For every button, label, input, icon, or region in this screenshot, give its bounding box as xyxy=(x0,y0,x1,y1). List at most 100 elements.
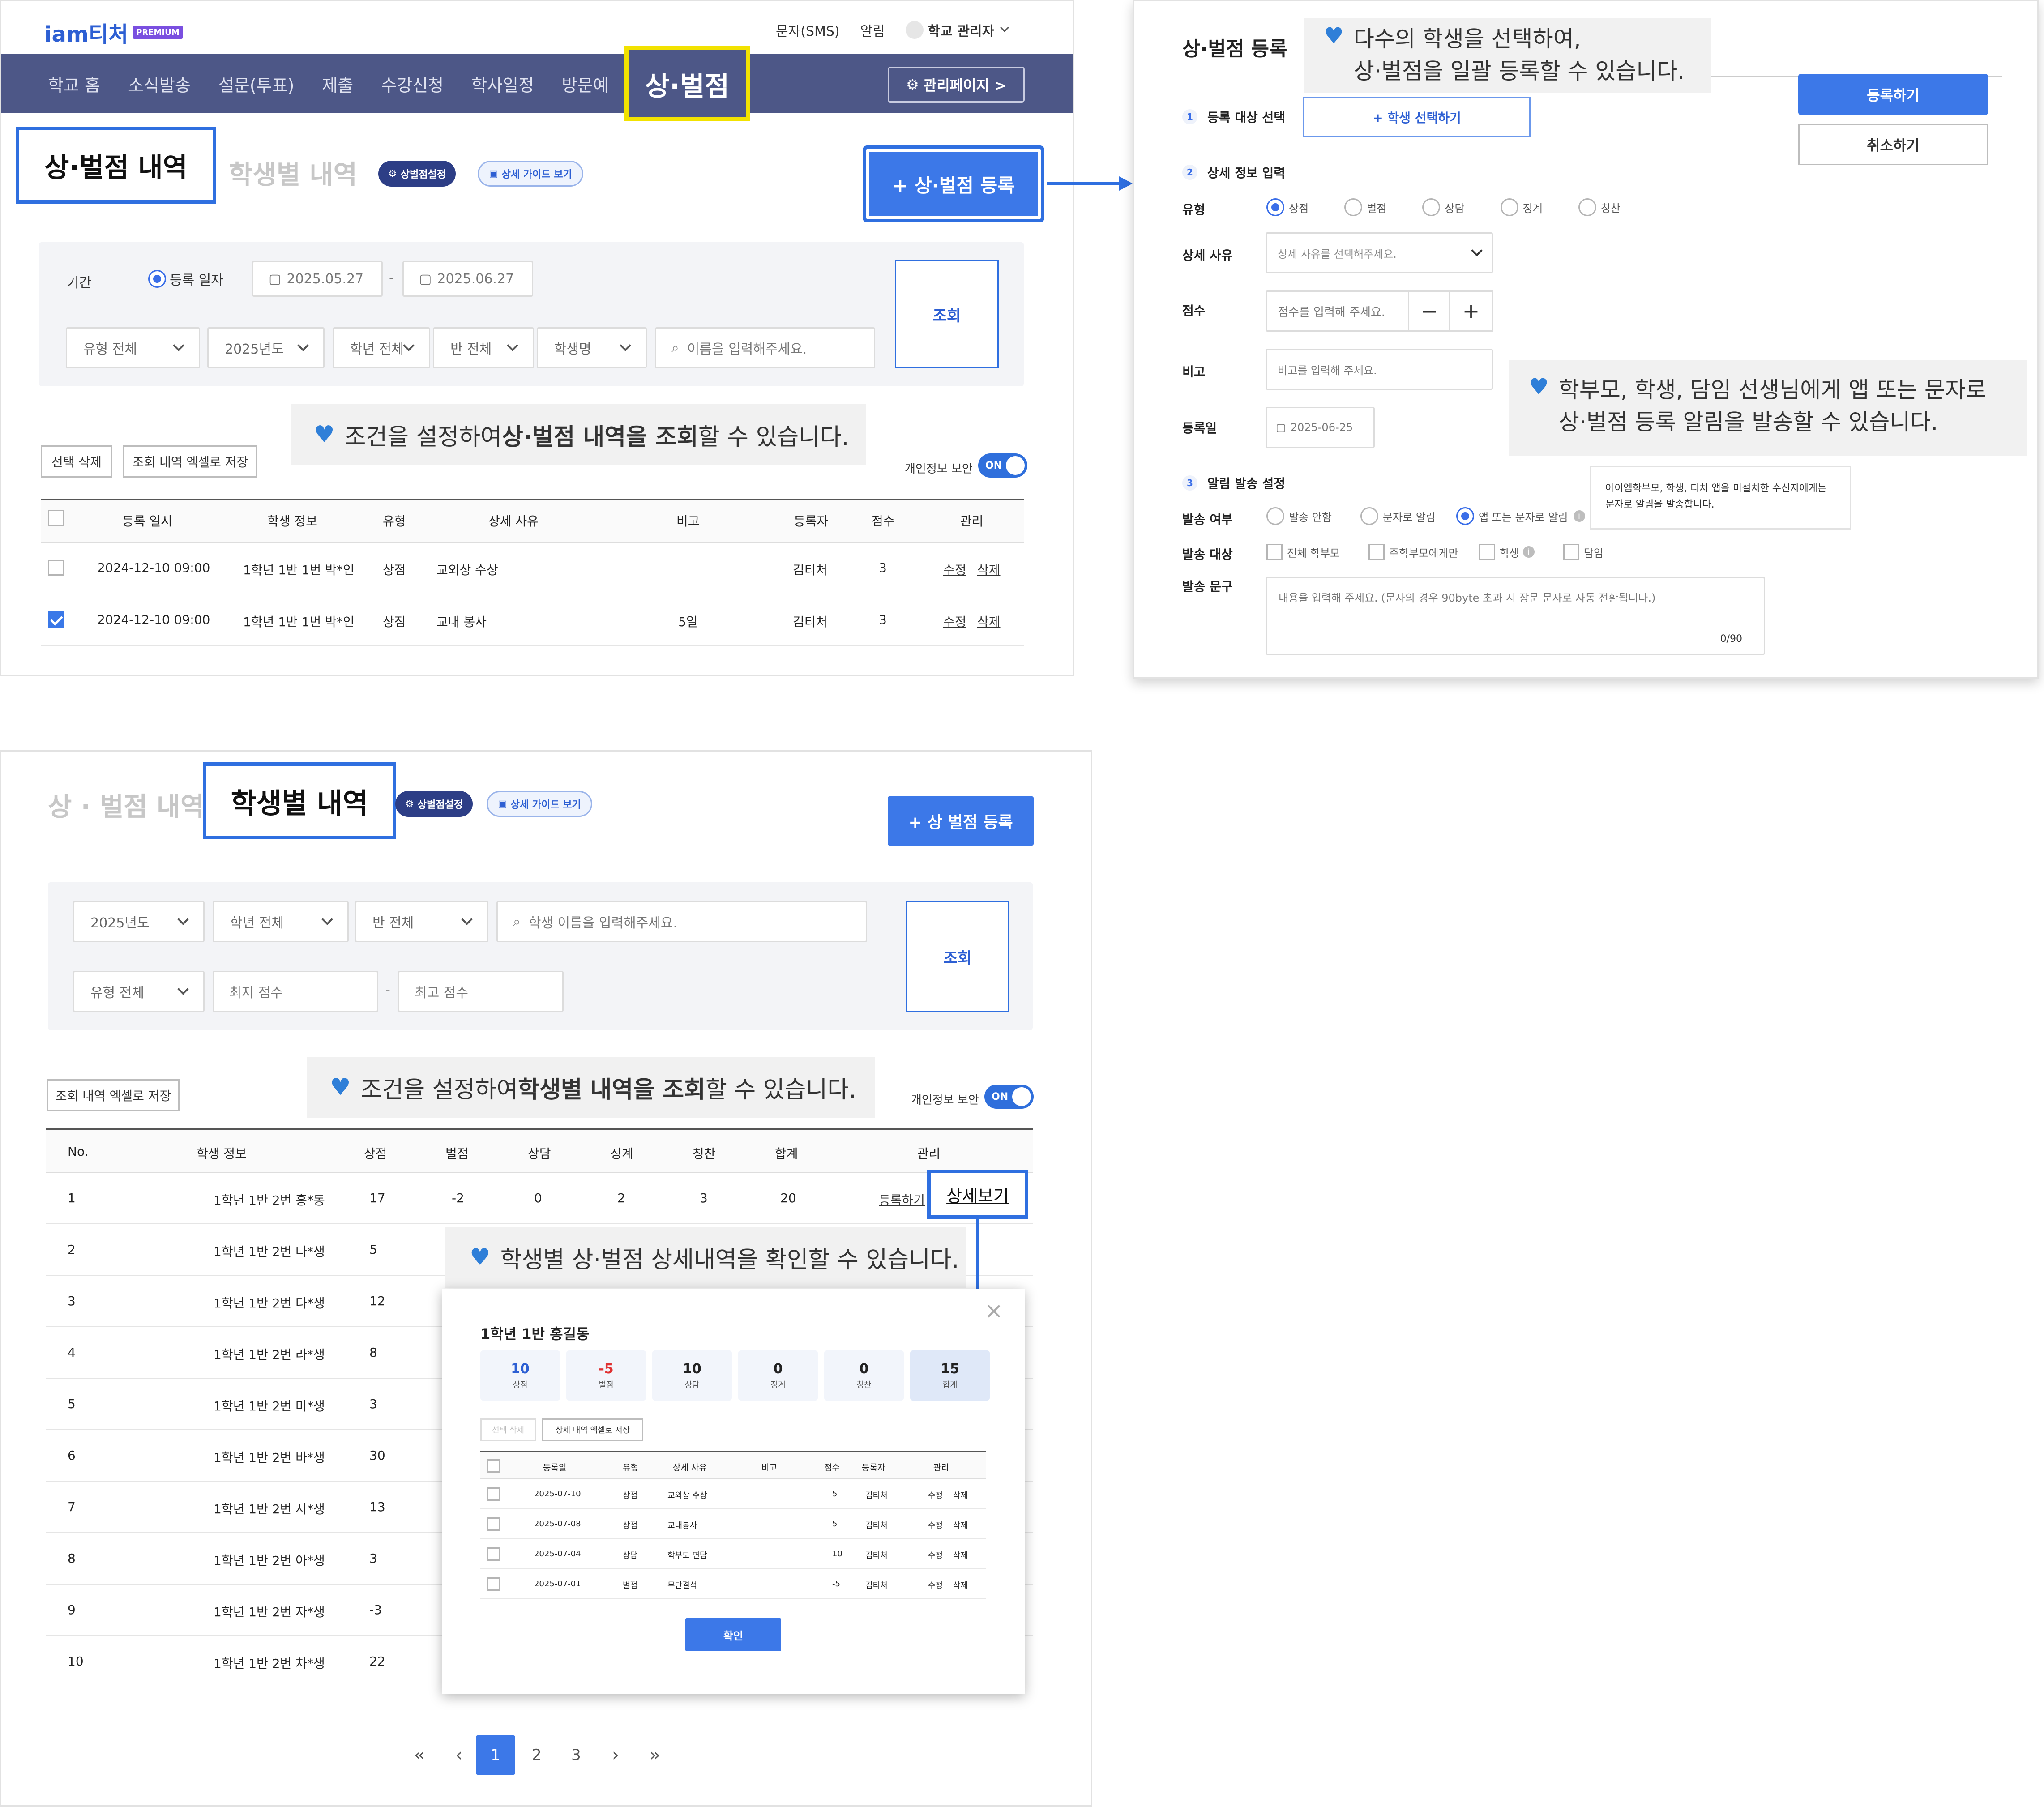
cancel-button[interactable]: 취소하기 xyxy=(1798,124,1988,165)
guide-badge[interactable]: ▣ 상세 가이드 보기 xyxy=(487,791,592,817)
select-all-checkbox[interactable] xyxy=(48,510,64,526)
merit-settings-badge[interactable]: ⚙ 상벌점설정 xyxy=(395,791,473,817)
grade-select[interactable]: 학년 전체 xyxy=(333,327,430,368)
grade-select[interactable]: 학년 전체 xyxy=(213,901,349,942)
target-option[interactable]: 담임 xyxy=(1584,544,1604,560)
privacy-toggle[interactable]: ON xyxy=(984,1085,1034,1109)
register-date-radio[interactable]: 등록 일자 xyxy=(148,269,223,289)
type-select[interactable]: 유형 전체 xyxy=(73,971,205,1012)
message-textarea[interactable]: 내용을 입력해 주세요. (문자의 경우 90byte 초과 시 장문 문자로 … xyxy=(1266,577,1765,655)
radio-selected-icon[interactable] xyxy=(1456,507,1474,525)
checkbox-icon[interactable] xyxy=(1368,544,1385,560)
reason-select[interactable]: 상세 사유를 선택해주세요. xyxy=(1266,232,1493,273)
admin-user-menu[interactable]: 학교 관리자 xyxy=(928,20,994,40)
row-delete-link[interactable]: 삭제 xyxy=(977,612,1001,630)
row-delete-link[interactable]: 삭제 xyxy=(953,1489,968,1501)
class-select[interactable]: 반 전체 xyxy=(433,327,534,368)
nav-item-news[interactable]: 소식발송 xyxy=(128,72,191,96)
merit-settings-badge[interactable]: ⚙ 상벌점설정 xyxy=(378,161,456,187)
row-edit-link[interactable]: 수정 xyxy=(928,1489,943,1501)
prev-page-icon[interactable]: ‹ xyxy=(445,1745,472,1765)
row-edit-link[interactable]: 수정 xyxy=(943,560,966,578)
confirm-button[interactable]: 확인 xyxy=(685,1618,781,1651)
select-students-button[interactable]: + 학생 선택하기 xyxy=(1303,97,1531,137)
row-checkbox[interactable] xyxy=(487,1487,500,1501)
year-select[interactable]: 2025년도 xyxy=(207,327,325,368)
target-option[interactable]: 학생 xyxy=(1500,544,1519,560)
last-page-icon[interactable]: » xyxy=(635,1745,675,1765)
score-plus-button[interactable]: + xyxy=(1449,290,1493,332)
checkbox-icon[interactable] xyxy=(1479,544,1495,560)
row-detail-link[interactable]: 상세보기 xyxy=(927,1170,1028,1219)
row-delete-link[interactable]: 삭제 xyxy=(953,1519,968,1531)
year-select[interactable]: 2025년도 xyxy=(73,901,205,942)
nav-item-submit[interactable]: 제출 xyxy=(322,72,353,96)
score-minus-button[interactable]: − xyxy=(1408,290,1451,332)
row-edit-link[interactable]: 수정 xyxy=(943,612,966,630)
type-option[interactable]: 벌점 xyxy=(1367,200,1386,215)
row-checkbox[interactable] xyxy=(48,611,64,628)
info-icon[interactable]: i xyxy=(1522,546,1535,558)
register-merit-button[interactable]: + 상·벌점 등록 xyxy=(863,145,1044,222)
row-checkbox[interactable] xyxy=(487,1577,500,1591)
first-page-icon[interactable]: « xyxy=(406,1745,433,1765)
page-title-merit-list[interactable]: 상·벌점 내역 xyxy=(16,127,216,204)
submit-button[interactable]: 등록하기 xyxy=(1798,74,1988,115)
nav-item-schedule[interactable]: 학사일정 xyxy=(471,72,534,96)
student-search-input[interactable]: ⌕ 학생 이름을 입력해주세요. xyxy=(496,901,867,942)
privacy-toggle[interactable]: ON xyxy=(978,453,1027,478)
radio-icon[interactable] xyxy=(1422,198,1441,216)
radio-selected-icon[interactable] xyxy=(1266,198,1284,216)
app-logo[interactable]: iam티처 PREMIUM xyxy=(44,17,183,48)
radio-icon[interactable] xyxy=(1344,198,1363,216)
tab-student-list[interactable]: 학생별 내역 xyxy=(229,154,357,191)
nav-item-visit[interactable]: 방문예 xyxy=(562,72,609,96)
modal-delete-button[interactable]: 선택 삭제 xyxy=(480,1418,536,1441)
excel-export-button[interactable]: 조회 내역 엑셀로 저장 xyxy=(123,445,257,478)
type-option[interactable]: 칭찬 xyxy=(1601,200,1621,215)
modal-excel-button[interactable]: 상세 내역 엑셀로 저장 xyxy=(542,1418,643,1441)
row-register-link[interactable]: 등록하기 xyxy=(879,1191,925,1209)
row-edit-link[interactable]: 수정 xyxy=(928,1549,943,1561)
type-option[interactable]: 상담 xyxy=(1445,200,1464,215)
search-button[interactable]: 조회 xyxy=(895,260,999,368)
radio-icon[interactable] xyxy=(1360,507,1378,525)
send-option[interactable]: 발송 안함 xyxy=(1289,508,1332,524)
send-option[interactable]: 문자로 알림 xyxy=(1383,508,1436,524)
nav-item-home[interactable]: 학교 홈 xyxy=(48,72,100,96)
radio-icon[interactable] xyxy=(1578,198,1596,216)
register-merit-button[interactable]: + 상 벌점 등록 xyxy=(888,796,1034,846)
sms-link[interactable]: 문자(SMS) xyxy=(776,20,840,40)
student-select[interactable]: 학생명 xyxy=(537,327,647,368)
send-option[interactable]: 앱 또는 문자로 알림 xyxy=(1479,508,1568,524)
close-icon[interactable]: × xyxy=(984,1298,1003,1324)
page-3[interactable]: 3 xyxy=(556,1746,596,1764)
row-delete-link[interactable]: 삭제 xyxy=(953,1579,968,1591)
nav-item-survey[interactable]: 설문(투표) xyxy=(218,72,295,96)
max-score-input[interactable]: 최고 점수 xyxy=(398,971,564,1012)
row-edit-link[interactable]: 수정 xyxy=(928,1579,943,1591)
nav-item-course[interactable]: 수강신청 xyxy=(381,72,444,96)
note-input[interactable]: 비고를 입력해 주세요. xyxy=(1266,349,1493,390)
register-date-input[interactable]: ▢ 2025-06-25 xyxy=(1266,407,1375,448)
info-icon[interactable]: i xyxy=(1573,510,1585,522)
page-1[interactable]: 1 xyxy=(476,1735,515,1775)
checkbox-icon[interactable] xyxy=(1563,544,1579,560)
select-all-checkbox[interactable] xyxy=(487,1459,500,1473)
radio-icon[interactable] xyxy=(1500,198,1518,216)
page-title-student-list[interactable]: 학생별 내역 xyxy=(203,762,396,839)
row-checkbox[interactable] xyxy=(48,560,64,576)
row-delete-link[interactable]: 삭제 xyxy=(977,560,1001,578)
row-checkbox[interactable] xyxy=(487,1547,500,1561)
type-select[interactable]: 유형 전체 xyxy=(66,327,200,368)
row-edit-link[interactable]: 수정 xyxy=(928,1519,943,1531)
search-button[interactable]: 조회 xyxy=(906,901,1009,1012)
class-select[interactable]: 반 전체 xyxy=(355,901,488,942)
next-page-icon[interactable]: › xyxy=(596,1745,635,1765)
admin-page-button[interactable]: ⚙ 관리페이지 > xyxy=(888,67,1025,103)
radio-icon[interactable] xyxy=(1266,507,1284,525)
target-option[interactable]: 주학부모에게만 xyxy=(1389,544,1458,560)
date-from-input[interactable]: ▢ 2025.05.27 xyxy=(252,261,383,297)
date-to-input[interactable]: ▢ 2025.06.27 xyxy=(402,261,533,297)
score-input[interactable]: 점수를 입력해 주세요. xyxy=(1266,290,1410,332)
